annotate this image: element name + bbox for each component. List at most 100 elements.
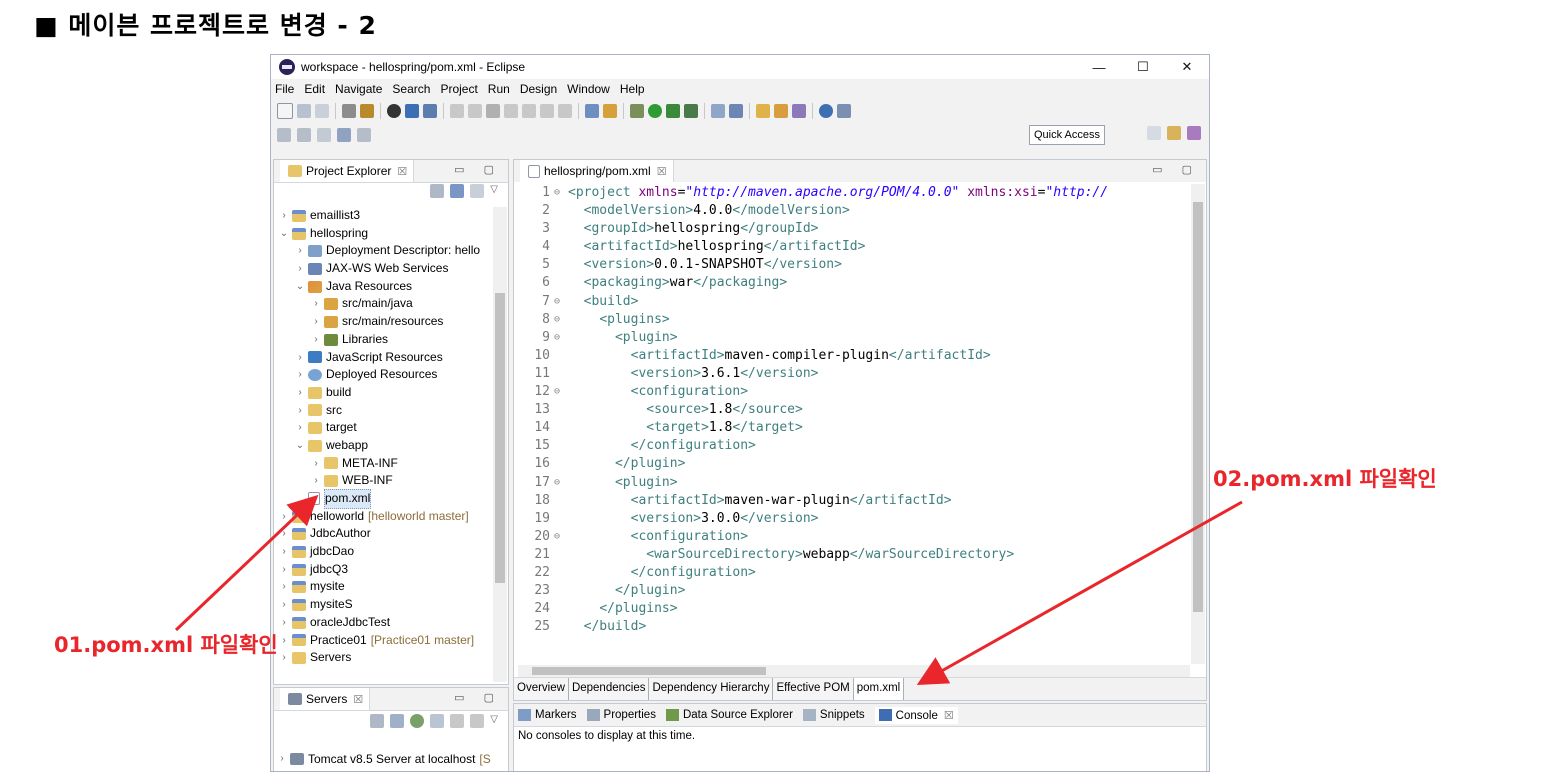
open-perspective-icon[interactable]: [1147, 126, 1161, 140]
code-line[interactable]: 11 <version>3.6.1</version>: [514, 365, 1176, 383]
menu-design[interactable]: Design: [520, 82, 557, 96]
code-line[interactable]: 3 <groupId>hellospring</groupId>: [514, 220, 1176, 238]
link-with-editor-icon[interactable]: [450, 184, 465, 198]
tree-item[interactable]: › JdbcAuthor: [274, 525, 492, 543]
coverage-icon[interactable]: [666, 104, 680, 118]
code-line[interactable]: 7 ⊖ <build>: [514, 293, 1176, 311]
stop-server-icon[interactable]: [450, 714, 465, 728]
code-line[interactable]: 4 <artifactId>hellospring</artifactId>: [514, 238, 1176, 256]
code-line[interactable]: 6 <packaging>war</packaging>: [514, 274, 1176, 292]
disconnect-icon[interactable]: [504, 104, 518, 118]
tree-item[interactable]: › emaillist3: [274, 207, 492, 225]
code-line[interactable]: 22 </configuration>: [514, 564, 1176, 582]
close-tab-icon[interactable]: ☒: [353, 693, 363, 706]
tree-item[interactable]: pom.xml: [274, 489, 492, 509]
tree-twisty-icon[interactable]: ›: [278, 596, 290, 614]
tree-item[interactable]: › Practice01 [Practice01 master]: [274, 632, 492, 650]
start-server-icon[interactable]: [410, 714, 425, 728]
print-icon[interactable]: [342, 104, 356, 118]
fold-icon[interactable]: ⊖: [554, 383, 568, 401]
code-line[interactable]: 14 <target>1.8</target>: [514, 419, 1176, 437]
debug-server-icon[interactable]: [390, 714, 405, 728]
tree-twisty-icon[interactable]: ›: [278, 525, 290, 543]
suspend-icon[interactable]: [468, 104, 482, 118]
save-icon[interactable]: [297, 104, 311, 118]
tree-twisty-icon[interactable]: ›: [294, 242, 306, 260]
explorer-scrollbar[interactable]: [493, 207, 507, 682]
debug-icon[interactable]: [630, 104, 644, 118]
menu-window[interactable]: Window: [567, 82, 610, 96]
code-line[interactable]: 20 ⊖ <configuration>: [514, 528, 1176, 546]
tree-twisty-icon[interactable]: ›: [278, 561, 290, 579]
view-menu-icon[interactable]: ▽: [490, 184, 498, 198]
tree-twisty-icon[interactable]: ›: [310, 295, 322, 313]
tree-item[interactable]: ⌄ webapp: [274, 437, 492, 455]
tree-twisty-icon[interactable]: ›: [294, 384, 306, 402]
tree-twisty-icon[interactable]: ›: [278, 508, 290, 526]
menu-search[interactable]: Search: [392, 82, 430, 96]
code-line[interactable]: 1 ⊖ <project xmlns="http://maven.apache.or…: [514, 184, 1176, 202]
tree-twisty-icon[interactable]: ›: [278, 207, 290, 225]
tree-item[interactable]: › Servers: [274, 649, 492, 667]
search-toolbar-icon[interactable]: [792, 104, 806, 118]
view-menu-icon[interactable]: ▽: [490, 714, 498, 728]
pin-icon[interactable]: [423, 104, 437, 118]
tree-item[interactable]: › jdbcDao: [274, 543, 492, 561]
code-line[interactable]: 12 ⊖ <configuration>: [514, 383, 1176, 401]
browser-icon[interactable]: [387, 104, 401, 118]
tree-twisty-icon[interactable]: ›: [278, 543, 290, 561]
minimize-maximize-icons[interactable]: ▭ ▢: [1152, 163, 1200, 176]
new-icon[interactable]: [277, 103, 293, 119]
code-line[interactable]: 19 <version>3.0.0</version>: [514, 510, 1176, 528]
fold-icon[interactable]: ⊖: [554, 311, 568, 329]
code-line[interactable]: 18 <artifactId>maven-war-plugin</artifac…: [514, 492, 1176, 510]
close-tab-icon[interactable]: ☒: [657, 165, 667, 178]
fold-icon[interactable]: ⊖: [554, 474, 568, 492]
external-tools-icon[interactable]: [684, 104, 698, 118]
debug-perspective-icon[interactable]: [1187, 126, 1201, 140]
bottom-tab[interactable]: Snippets: [802, 708, 865, 721]
collapse-all-icon[interactable]: [430, 184, 445, 198]
tree-twisty-icon[interactable]: ›: [278, 614, 290, 632]
bottom-tab[interactable]: Console ☒: [874, 706, 958, 724]
tree-item[interactable]: › oracleJdbcTest: [274, 614, 492, 632]
tree-item[interactable]: › mysite: [274, 578, 492, 596]
close-tab-icon[interactable]: ☒: [944, 710, 954, 722]
tree-twisty-icon[interactable]: ›: [278, 578, 290, 596]
tree-item[interactable]: › build: [274, 384, 492, 402]
run-icon[interactable]: [648, 104, 662, 118]
open-type-icon[interactable]: [360, 104, 374, 118]
tree-item[interactable]: › jdbcQ3: [274, 561, 492, 579]
maximize-button[interactable]: ☐: [1121, 55, 1165, 79]
expand-icon[interactable]: ›: [276, 753, 288, 764]
pom-tab[interactable]: Effective POM: [773, 678, 854, 700]
tree-item[interactable]: › Deployed Resources: [274, 366, 492, 384]
close-tab-icon[interactable]: ☒: [397, 165, 407, 178]
publish-icon[interactable]: [470, 714, 485, 728]
tree-twisty-icon[interactable]: ›: [294, 349, 306, 367]
tree-twisty-icon[interactable]: ⌄: [278, 225, 290, 243]
tree-item[interactable]: › src: [274, 402, 492, 420]
menu-project[interactable]: Project: [440, 82, 477, 96]
tree-twisty-icon[interactable]: ›: [294, 402, 306, 420]
fold-icon[interactable]: ⊖: [554, 293, 568, 311]
open-folder-icon[interactable]: [756, 104, 770, 118]
tree-twisty-icon[interactable]: ›: [294, 260, 306, 278]
tree-twisty-icon[interactable]: ⌄: [294, 278, 306, 296]
new-class-icon[interactable]: [729, 104, 743, 118]
tree-item[interactable]: › target: [274, 419, 492, 437]
menu-navigate[interactable]: Navigate: [335, 82, 382, 96]
code-line[interactable]: 24 </plugins>: [514, 600, 1176, 618]
tree-item[interactable]: › JAX-WS Web Services: [274, 260, 492, 278]
tree-item[interactable]: › Deployment Descriptor: hello: [274, 242, 492, 260]
code-line[interactable]: 16 </plugin>: [514, 455, 1176, 473]
last-edit-icon[interactable]: [317, 128, 331, 142]
console-toolbar-icon[interactable]: [405, 104, 419, 118]
code-line[interactable]: 17 ⊖ <plugin>: [514, 474, 1176, 492]
editor-scroll-thumb[interactable]: [1193, 202, 1203, 612]
tree-twisty-icon[interactable]: ›: [294, 366, 306, 384]
terminate-icon[interactable]: [486, 104, 500, 118]
bottom-tab[interactable]: Properties: [586, 708, 656, 721]
use-step-filters-icon[interactable]: [603, 104, 617, 118]
jee-perspective-icon[interactable]: [1167, 126, 1181, 140]
